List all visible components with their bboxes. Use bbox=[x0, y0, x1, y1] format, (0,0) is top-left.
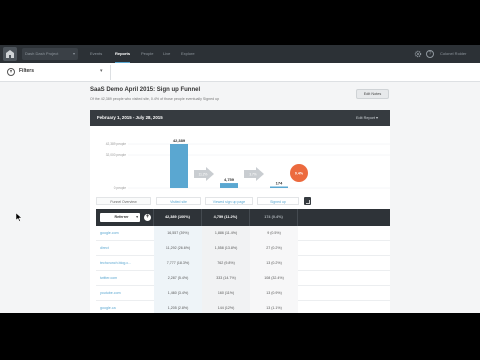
row-cell-visited: 2,287 (5.4%) bbox=[167, 276, 189, 280]
breakdown-table: Referrer ▾ + 42,389 (100%) 4,759 (11.2%)… bbox=[90, 205, 390, 313]
table-row[interactable]: techcrunch.blog.c... 7,777 (18.3%) 762 (9.… bbox=[96, 256, 390, 271]
filters-label[interactable]: Filters bbox=[19, 68, 34, 74]
gear-icon[interactable] bbox=[414, 50, 422, 58]
row-cell-viewed: 1,886 (11.4%) bbox=[214, 231, 238, 235]
report-subtitle: Of the 42,389 people who visited site, 0… bbox=[90, 97, 220, 101]
conversion-rate-label: 3.7% bbox=[249, 172, 256, 176]
tab-live[interactable]: Live bbox=[163, 45, 170, 63]
row-cell-viewed: 1,558 (13.8%) bbox=[214, 246, 238, 250]
chevron-down-icon: ▾ bbox=[72, 51, 75, 56]
top-nav: Dash Dash Project ▾ Events Reports Peopl… bbox=[0, 45, 480, 63]
segment-header-cell: Referrer ▾ + bbox=[96, 209, 154, 226]
row-cell-visited: 16,557 (39%) bbox=[167, 231, 189, 235]
add-segment-icon[interactable]: + bbox=[144, 214, 151, 221]
bar-value-label: 42,389 bbox=[173, 138, 186, 143]
row-referrer-link[interactable]: google.ca bbox=[100, 301, 152, 313]
tab-events[interactable]: Events bbox=[90, 45, 102, 63]
row-cell-signed-up: 13 (0.9%) bbox=[266, 291, 282, 295]
row-referrer-link[interactable]: google.com bbox=[100, 226, 152, 241]
next-step-button[interactable] bbox=[304, 197, 311, 205]
help-icon[interactable]: ? bbox=[426, 50, 434, 58]
y-axis-tick-label: 42,389 people bbox=[106, 142, 126, 146]
row-cell-signed-up: 108 (32.4%) bbox=[264, 276, 284, 280]
row-referrer-link[interactable]: techcrunch.blog.c... bbox=[100, 256, 152, 271]
funnel-chart: 42,389 people 32,000 people 0 people 42,389… bbox=[90, 126, 390, 196]
filter-icon bbox=[7, 68, 15, 76]
project-name: Dash Dash Project bbox=[25, 51, 59, 56]
row-cell-signed-up: 9 (0.5%) bbox=[267, 231, 281, 235]
step-tab-viewed-sign-up[interactable]: Viewed sign up page bbox=[205, 197, 253, 205]
step-tab-overview[interactable]: Funnel Overview bbox=[96, 197, 151, 205]
filter-bar: Filters ▾ bbox=[0, 63, 480, 82]
row-cell-signed-up: 13 (1.1%) bbox=[266, 306, 282, 310]
edit-report-label: Edit Report bbox=[356, 116, 375, 120]
project-selector[interactable]: Dash Dash Project ▾ bbox=[22, 48, 78, 60]
mouse-cursor-icon bbox=[16, 213, 22, 222]
home-logo-icon[interactable] bbox=[3, 47, 17, 61]
table-row[interactable]: twitter.com 2,287 (5.4%) 333 (14.7%) 108 (3… bbox=[96, 271, 390, 286]
row-cell-viewed: 762 (9.8%) bbox=[217, 261, 235, 265]
row-referrer-link[interactable]: youtube.com bbox=[100, 286, 152, 301]
row-cell-viewed: 333 (14.7%) bbox=[216, 276, 236, 280]
segment-select[interactable]: Referrer ▾ bbox=[100, 213, 140, 222]
app-screen: Dash Dash Project ▾ Events Reports Peopl… bbox=[0, 45, 480, 313]
y-axis-tick-label: 32,000 people bbox=[106, 153, 126, 157]
table-row[interactable]: google.ca 1,205 (2.8%) 144 (12%) 13 (1.1%) bbox=[96, 301, 390, 313]
table-header: Referrer ▾ + 42,389 (100%) 4,759 (11.2%)… bbox=[96, 209, 390, 226]
edit-report-button[interactable]: Edit Report ▾ bbox=[356, 115, 378, 120]
chevron-down-icon: ▾ bbox=[136, 215, 138, 219]
funnel-bar bbox=[220, 183, 238, 188]
row-cell-visited: 1,205 (2.8%) bbox=[167, 306, 189, 310]
tab-explore[interactable]: Explore bbox=[181, 45, 195, 63]
bar-value-label: 4,759 bbox=[224, 177, 235, 182]
row-cell-visited: 11,292 (26.6%) bbox=[165, 246, 191, 250]
bar-value-label: 174 bbox=[276, 181, 283, 186]
funnel-bar bbox=[270, 186, 288, 188]
table-row[interactable]: google.com 16,557 (39%) 1,886 (11.4%) 9 (0.… bbox=[96, 226, 390, 241]
row-cell-visited: 1,460 (3.4%) bbox=[167, 291, 189, 295]
date-range-bar: February 1, 2015 - July 28, 2015 Edit Re… bbox=[90, 110, 390, 126]
row-referrer-link[interactable]: direct bbox=[100, 241, 152, 256]
y-axis-tick-label: 0 people bbox=[114, 186, 126, 190]
tab-reports[interactable]: Reports bbox=[115, 45, 131, 63]
row-cell-viewed: 144 (12%) bbox=[217, 306, 235, 310]
table-row[interactable]: direct 11,292 (26.6%) 1,558 (13.8%) 27 (0.2… bbox=[96, 241, 390, 256]
table-row[interactable]: youtube.com 1,460 (3.4%) 160 (11%) 13 (0.9%… bbox=[96, 286, 390, 301]
column-header-visited-site[interactable]: 42,389 (100%) bbox=[154, 209, 202, 226]
column-header-signed-up[interactable]: 174 (0.4%) bbox=[250, 209, 298, 226]
segment-value: Referrer bbox=[114, 215, 129, 219]
column-header-viewed-sign-up[interactable]: 4,759 (11.2%) bbox=[202, 209, 250, 226]
date-range[interactable]: February 1, 2015 - July 28, 2015 bbox=[97, 115, 163, 120]
report-title: SaaS Demo April 2015: Sign up Funnel bbox=[90, 87, 201, 93]
row-cell-signed-up: 27 (0.2%) bbox=[266, 246, 282, 250]
step-tab-visited-site[interactable]: Visited site bbox=[156, 197, 201, 205]
edit-notes-button[interactable]: Edit Notes bbox=[356, 89, 389, 99]
conversion-rate-label: 11.2% bbox=[199, 172, 208, 176]
row-cell-signed-up: 13 (0.2%) bbox=[266, 261, 282, 265]
row-referrer-link[interactable]: twitter.com bbox=[100, 271, 152, 286]
account-menu[interactable]: Colonel Rolder bbox=[440, 45, 466, 63]
funnel-chart-svg: 42,389 people 32,000 people 0 people 42,389… bbox=[106, 138, 390, 190]
chevron-down-icon[interactable]: ▾ bbox=[100, 68, 103, 74]
step-tab-signed-up[interactable]: Signed up bbox=[257, 197, 299, 205]
row-cell-viewed: 160 (11%) bbox=[217, 291, 235, 295]
tab-people[interactable]: People bbox=[141, 45, 153, 63]
overall-conversion-label: 0.4% bbox=[295, 171, 304, 175]
row-cell-visited: 7,777 (18.3%) bbox=[166, 261, 190, 265]
funnel-bar bbox=[170, 144, 188, 188]
divider bbox=[110, 65, 111, 80]
